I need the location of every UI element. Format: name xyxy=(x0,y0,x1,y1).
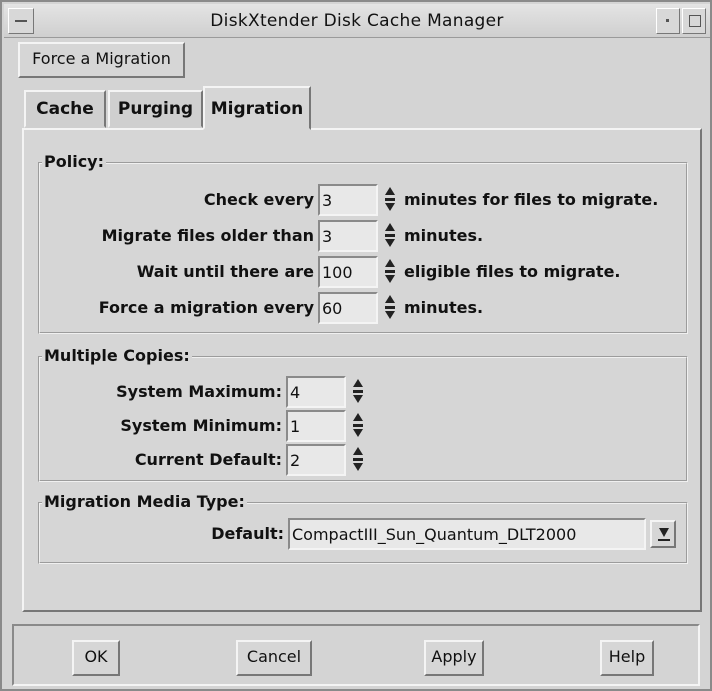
current-default-input[interactable]: 2 xyxy=(286,444,346,476)
spin-divider xyxy=(385,306,395,309)
copies-legend: Multiple Copies: xyxy=(42,346,192,365)
system-minimum-label: System Minimum: xyxy=(120,416,282,435)
help-button[interactable]: Help xyxy=(600,640,654,676)
system-maximum-input[interactable]: 4 xyxy=(286,376,346,408)
title-bar[interactable]: DiskXtender Disk Cache Manager xyxy=(4,4,710,38)
spin-up-icon[interactable] xyxy=(353,379,363,387)
tab-cache-label: Cache xyxy=(36,99,94,119)
wait-until-row: Wait until there are 100 eligible files … xyxy=(40,256,686,288)
system-minimum-row: System Minimum: 1 xyxy=(40,410,686,442)
system-minimum-input[interactable]: 1 xyxy=(286,410,346,442)
force-every-suffix: minutes. xyxy=(404,298,484,317)
wait-until-spinner[interactable] xyxy=(382,256,398,288)
media-type-dropdown-button[interactable] xyxy=(650,520,676,548)
force-migration-button[interactable]: Force a Migration xyxy=(18,42,185,78)
spin-divider xyxy=(353,458,363,461)
system-maximum-row: System Maximum: 4 xyxy=(40,376,686,408)
migrate-older-row: Migrate files older than 3 minutes. xyxy=(40,220,686,252)
migrate-older-input[interactable]: 3 xyxy=(318,220,378,252)
current-default-row: Current Default: 2 xyxy=(40,444,686,476)
system-maximum-label: System Maximum: xyxy=(116,382,282,401)
current-default-label: Current Default: xyxy=(134,450,282,469)
policy-legend: Policy: xyxy=(42,152,106,171)
tab-migration[interactable]: Migration xyxy=(203,86,311,130)
policy-group: Policy: Check every 3 minutes for files … xyxy=(38,152,688,334)
ok-button[interactable]: OK xyxy=(72,640,120,676)
spin-up-icon[interactable] xyxy=(353,447,363,455)
apply-button[interactable]: Apply xyxy=(424,640,484,676)
force-every-row: Force a migration every 60 minutes. xyxy=(40,292,686,324)
check-every-label: Check every xyxy=(203,190,314,209)
cancel-button[interactable]: Cancel xyxy=(236,640,312,676)
spin-divider xyxy=(385,234,395,237)
migrate-older-label: Migrate files older than xyxy=(101,226,314,245)
media-default-label: Default: xyxy=(211,524,284,543)
wait-until-input[interactable]: 100 xyxy=(318,256,378,288)
ok-label: OK xyxy=(84,647,108,666)
minimize-icon[interactable] xyxy=(656,8,680,34)
spin-down-icon[interactable] xyxy=(385,275,395,283)
system-maximum-spinner[interactable] xyxy=(350,376,366,408)
media-default-row: Default: CompactIII_Sun_Quantum_DLT2000 xyxy=(40,518,686,550)
force-every-spinner[interactable] xyxy=(382,292,398,324)
force-every-label: Force a migration every xyxy=(98,298,314,317)
media-legend: Migration Media Type: xyxy=(42,492,247,511)
spin-up-icon[interactable] xyxy=(385,295,395,303)
tab-cache[interactable]: Cache xyxy=(24,90,106,128)
spin-down-icon[interactable] xyxy=(353,429,363,437)
spin-down-icon[interactable] xyxy=(353,395,363,403)
current-default-spinner[interactable] xyxy=(350,444,366,476)
migration-panel: Policy: Check every 3 minutes for files … xyxy=(22,128,702,612)
spin-up-icon[interactable] xyxy=(385,223,395,231)
spin-divider xyxy=(353,390,363,393)
multiple-copies-group: Multiple Copies: System Maximum: 4 Syste… xyxy=(38,346,688,482)
migrate-older-suffix: minutes. xyxy=(404,226,484,245)
dropdown-arrow-icon xyxy=(659,528,669,537)
spin-down-icon[interactable] xyxy=(385,203,395,211)
button-bar: OK Cancel Apply Help xyxy=(12,624,700,686)
spin-divider xyxy=(353,424,363,427)
help-label: Help xyxy=(608,647,646,666)
check-every-suffix: minutes for files to migrate. xyxy=(404,190,659,209)
spin-up-icon[interactable] xyxy=(385,259,395,267)
cancel-label: Cancel xyxy=(246,647,302,666)
dialog-window: DiskXtender Disk Cache Manager Force a M… xyxy=(0,0,712,691)
check-every-input[interactable]: 3 xyxy=(318,184,378,216)
check-every-row: Check every 3 minutes for files to migra… xyxy=(40,184,686,216)
spin-down-icon[interactable] xyxy=(385,311,395,319)
window-title: DiskXtender Disk Cache Manager xyxy=(210,11,504,31)
force-every-input[interactable]: 60 xyxy=(318,292,378,324)
media-type-select[interactable]: CompactIII_Sun_Quantum_DLT2000 xyxy=(288,518,646,550)
system-minimum-spinner[interactable] xyxy=(350,410,366,442)
spin-down-icon[interactable] xyxy=(353,463,363,471)
spin-up-icon[interactable] xyxy=(353,413,363,421)
check-every-spinner[interactable] xyxy=(382,184,398,216)
maximize-icon[interactable] xyxy=(682,8,706,34)
wait-until-suffix: eligible files to migrate. xyxy=(404,262,621,281)
apply-label: Apply xyxy=(431,647,477,666)
migrate-older-spinner[interactable] xyxy=(382,220,398,252)
tab-migration-label: Migration xyxy=(210,99,304,119)
spin-up-icon[interactable] xyxy=(385,187,395,195)
tab-purging-label: Purging xyxy=(117,99,194,119)
spin-divider xyxy=(385,198,395,201)
tab-purging[interactable]: Purging xyxy=(108,90,203,128)
force-migration-label: Force a Migration xyxy=(32,49,171,68)
wait-until-label: Wait until there are xyxy=(136,262,314,281)
spin-down-icon[interactable] xyxy=(385,239,395,247)
media-type-group: Migration Media Type: Default: CompactII… xyxy=(38,492,688,564)
spin-divider xyxy=(385,270,395,273)
dropdown-bar xyxy=(658,539,670,541)
